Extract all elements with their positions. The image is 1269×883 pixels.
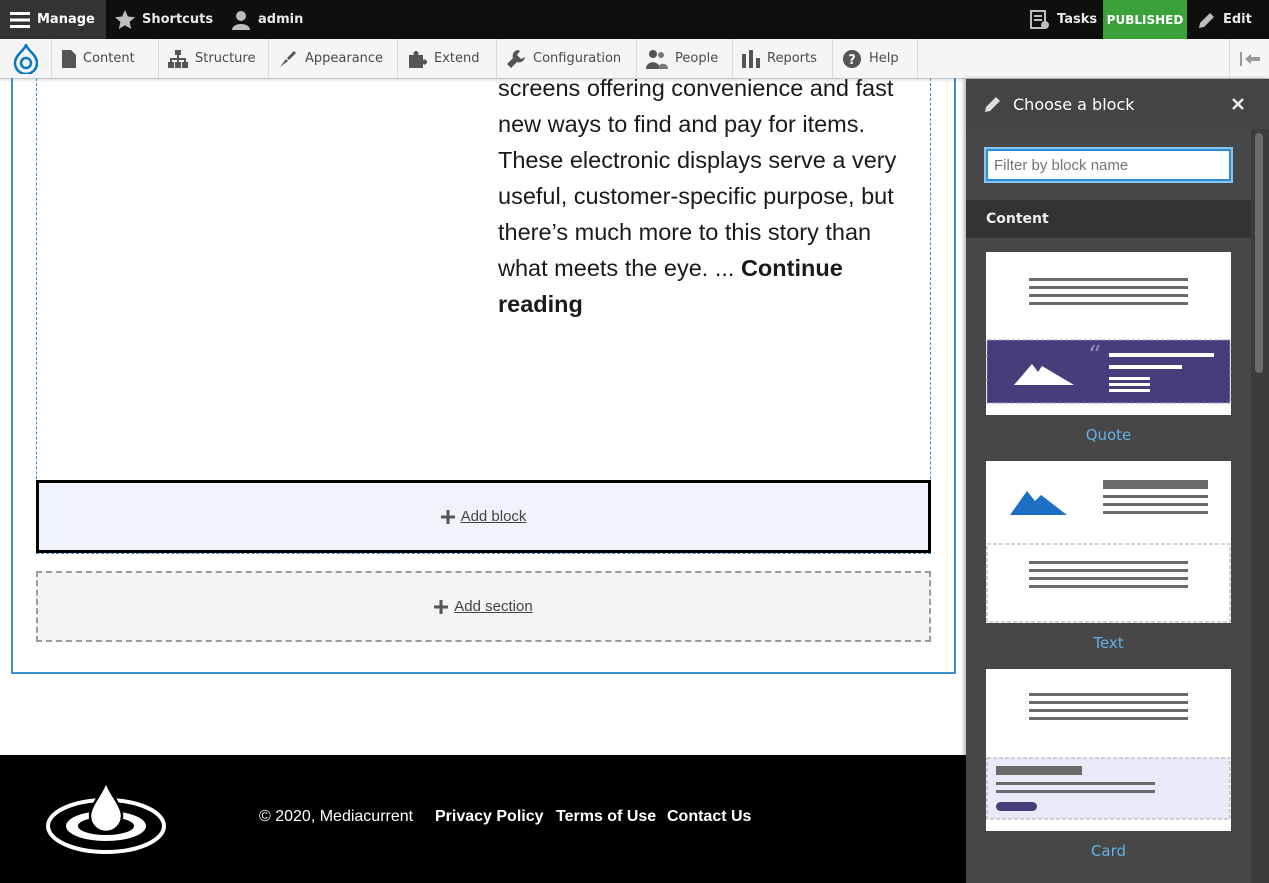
people-icon (646, 49, 668, 69)
tray-item-content[interactable]: Content (53, 39, 159, 78)
tray-label-help: Help (869, 51, 899, 66)
article-teaser-text: screens offering convenience and fast ne… (498, 75, 897, 281)
edit-tab[interactable]: Edit (1198, 0, 1252, 39)
choose-block-panel: Choose a block Content “ (966, 79, 1269, 883)
plus-icon (434, 599, 449, 614)
chart-icon (742, 49, 760, 68)
tray-collapse-button[interactable] (1229, 39, 1269, 78)
footer-link-contact[interactable]: Contact Us (667, 808, 751, 826)
admin-toolbar: Manage Shortcuts admin Tasks PUBLISHED E… (0, 0, 1269, 39)
panel-close-button[interactable] (1226, 92, 1250, 116)
tray-label-structure: Structure (195, 51, 256, 66)
status-label: PUBLISHED (1106, 12, 1184, 27)
footer-link-privacy[interactable]: Privacy Policy (435, 808, 544, 826)
drupal-logo[interactable] (0, 39, 52, 78)
block-card-text[interactable] (986, 461, 1231, 623)
status-badge[interactable]: PUBLISHED (1103, 0, 1187, 39)
footer-link-terms[interactable]: Terms of Use (556, 808, 656, 826)
tasks-tab[interactable]: Tasks (1030, 0, 1097, 39)
collapse-icon (1239, 51, 1260, 66)
tray-label-extend: Extend (434, 51, 480, 66)
text-block-preview (986, 480, 1231, 623)
panel-scroll-area: Content “ Quote (966, 129, 1251, 883)
panel-title: Choose a block (1013, 94, 1135, 114)
pencil-icon (1199, 12, 1214, 28)
user-tab[interactable]: admin (231, 0, 303, 39)
svg-text:?: ? (848, 53, 856, 68)
tasks-label: Tasks (1057, 12, 1098, 27)
region-bottom-border (36, 551, 931, 554)
puzzle-icon (409, 50, 427, 68)
page: Manage Shortcuts admin Tasks PUBLISHED E… (0, 0, 1269, 883)
category-header: Content (966, 200, 1251, 238)
tray-item-structure[interactable]: Structure (159, 39, 269, 78)
block-label-quote[interactable]: Quote (966, 426, 1251, 444)
block-card-quote[interactable]: “ (986, 252, 1231, 415)
hamburger-icon (10, 11, 30, 28)
site-footer: © 2020, Mediacurrent Privacy Policy Term… (0, 755, 967, 883)
tray-label-configuration: Configuration (533, 51, 622, 66)
block-label-card[interactable]: Card (966, 842, 1251, 860)
add-section-button[interactable]: Add section (36, 571, 931, 642)
quote-block-preview: “ (986, 278, 1231, 404)
block-label-text[interactable]: Text (966, 634, 1251, 652)
sitemap-icon (168, 49, 188, 68)
add-block-label: Add block (460, 508, 527, 525)
block-card-card[interactable] (986, 669, 1231, 831)
help-icon: ? (843, 49, 861, 68)
add-section-label: Add section (454, 598, 533, 615)
panel-header: Choose a block (966, 79, 1251, 129)
close-icon (1232, 98, 1244, 110)
wrench-icon (507, 49, 525, 68)
svg-text:“: “ (1088, 341, 1101, 371)
filter-block-input[interactable] (986, 149, 1231, 181)
shortcuts-label: Shortcuts (142, 12, 214, 27)
tray-item-extend[interactable]: Extend (398, 39, 497, 78)
panel-scrollbar[interactable] (1251, 129, 1269, 883)
user-label: admin (258, 12, 304, 27)
drupal-drop-icon (13, 43, 38, 74)
tray-label-content: Content (83, 51, 135, 66)
user-icon (232, 10, 250, 30)
tray-label-appearance: Appearance (305, 51, 384, 66)
tray-label-people: People (675, 51, 719, 66)
manage-label: Manage (37, 12, 95, 27)
add-block-button[interactable]: Add block (36, 480, 931, 553)
scrollbar-thumb[interactable] (1255, 133, 1263, 373)
drop-ripple-icon (46, 780, 166, 854)
tray-item-appearance[interactable]: Appearance (269, 39, 398, 78)
footer-copyright: © 2020, Mediacurrent (259, 808, 414, 825)
star-icon (115, 10, 135, 29)
article-teaser: screens offering convenience and fast ne… (498, 70, 898, 322)
pencil-icon (985, 97, 1000, 112)
tray-label-reports: Reports (767, 51, 817, 66)
edit-label: Edit (1223, 12, 1252, 27)
shortcuts-tab[interactable]: Shortcuts (115, 0, 213, 39)
plus-icon (440, 509, 455, 524)
card-block-preview (986, 693, 1231, 820)
mediacurrent-logo[interactable] (45, 779, 167, 860)
page-icon (62, 49, 76, 68)
tasks-icon (1030, 9, 1049, 29)
brush-icon (280, 50, 296, 67)
manage-tab[interactable]: Manage (0, 0, 106, 39)
